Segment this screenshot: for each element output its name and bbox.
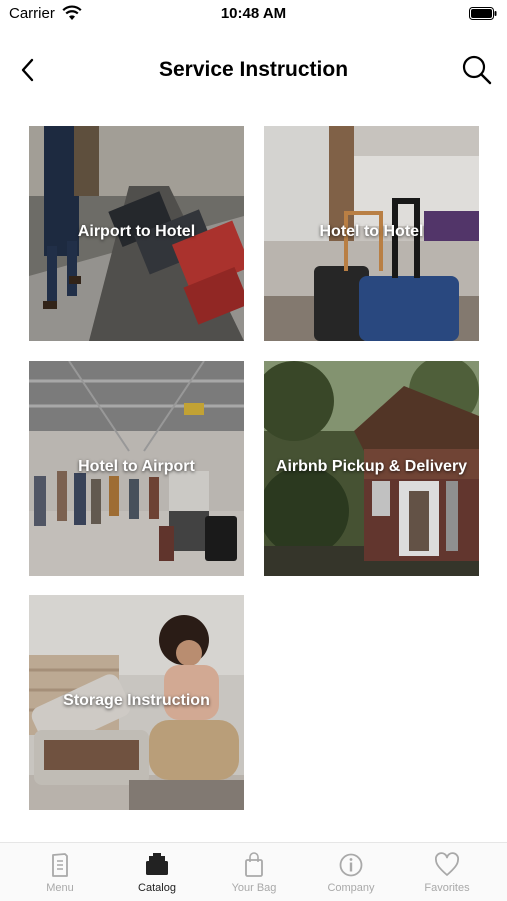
service-tile-label: Storage Instruction — [63, 692, 210, 709]
service-tile-storage-instruction[interactable]: Storage Instruction — [29, 595, 244, 810]
service-tile-label: Hotel to Hotel — [319, 223, 424, 240]
tab-label: Catalog — [138, 882, 176, 894]
tab-label: Company — [327, 882, 375, 894]
navigation-bar: Service Instruction — [0, 40, 507, 100]
clock: 10:48 AM — [220, 5, 287, 22]
service-tile-hotel-to-airport[interactable]: Hotel to Airport — [29, 361, 244, 576]
service-tile-airport-to-hotel[interactable]: Airport to Hotel — [29, 126, 244, 341]
catalog-icon — [146, 853, 168, 875]
status-bar: Carrier 10:48 AM — [0, 0, 507, 28]
tab-menu[interactable]: Menu — [10, 849, 110, 899]
menu-book-icon — [52, 853, 68, 877]
tab-your-bag[interactable]: Your Bag — [204, 849, 304, 899]
service-tile-hotel-to-hotel[interactable]: Hotel to Hotel — [264, 126, 479, 341]
tab-favorites[interactable]: Favorites — [397, 849, 497, 899]
tab-label: Menu — [46, 882, 74, 894]
bag-icon — [245, 852, 263, 877]
service-tile-label: Hotel to Airport — [78, 458, 195, 475]
heart-icon — [435, 852, 459, 876]
tab-company[interactable]: Company — [301, 849, 401, 899]
search-icon[interactable] — [461, 54, 493, 86]
service-tile-label: Airbnb Pickup & Delivery — [275, 458, 468, 475]
tab-catalog[interactable]: Catalog — [107, 849, 207, 899]
service-tile-label: Airport to Hotel — [77, 223, 196, 240]
tab-label: Your Bag — [231, 882, 277, 894]
page-title: Service Instruction — [158, 58, 349, 81]
tab-label: Favorites — [424, 882, 470, 894]
info-icon — [339, 853, 363, 877]
tab-bar: Menu Catalog Your Bag Company Favorites — [0, 842, 507, 901]
service-tile-airbnb-pickup-delivery[interactable]: Airbnb Pickup & Delivery — [264, 361, 479, 576]
battery-icon — [469, 7, 497, 20]
